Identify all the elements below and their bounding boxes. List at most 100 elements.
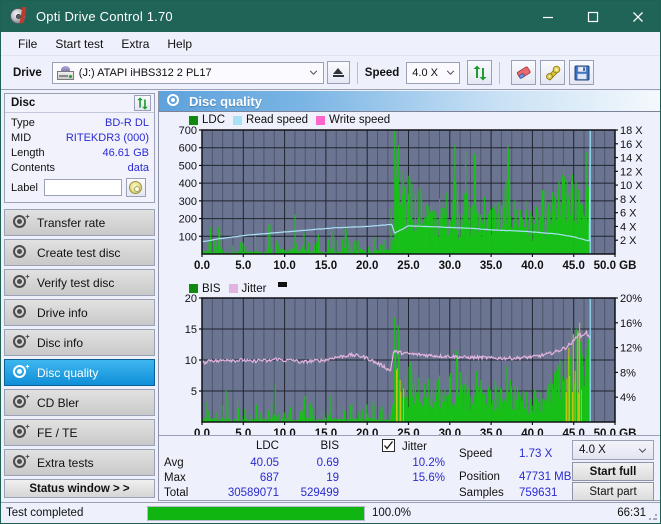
drive-select[interactable]: (J:) ATAPI iHBS312 2 PL17 [51,61,324,84]
disc-icon [13,364,30,380]
svg-text:15: 15 [185,324,197,336]
stats-speed-select[interactable]: 4.0 X [572,440,654,460]
toolbar-divider-1 [356,61,358,84]
stats-max-bis: 19 [326,472,339,484]
svg-text:100: 100 [179,231,197,243]
stats-speed-value: 1.73 X [519,448,553,460]
svg-text:25.0: 25.0 [397,260,419,272]
menu-item-extra[interactable]: Extra [112,35,158,53]
stats-row-max-label: Max [164,472,186,484]
window-title: Opti Drive Control 1.70 [36,9,173,24]
sidebar-item-transfer-rate[interactable]: Transfer rate [4,209,155,236]
sidebar-item-label: CD Bler [37,395,80,410]
erase-button[interactable] [511,60,537,85]
svg-text:10: 10 [185,355,197,367]
eraser-icon [516,66,531,79]
sidebar-item-cd-bler[interactable]: CD Bler [4,389,155,416]
stats-jitter-avg: 10.2% [412,457,445,469]
status-message: Test completed [6,507,84,519]
svg-text:16 X: 16 X [620,139,643,151]
start-part-button[interactable]: Start part [572,482,654,501]
disc-row-type-value: BD-R DL [104,116,149,129]
stats-avg-ldc: 40.05 [250,457,279,469]
sidebar-item-label: Disc quality [37,365,99,380]
stats-speed-select-value: 4.0 X [579,444,606,456]
svg-text:16%: 16% [620,318,642,330]
disc-row-contents-value: data [127,161,149,174]
stats-position-value: 47731 MB [519,471,572,483]
title-bar: Opti Drive Control 1.70 [1,1,660,32]
svg-text:2 X: 2 X [620,235,637,247]
eject-icon [332,68,344,77]
disc-label-key: Label [11,181,38,194]
menu-item-help[interactable]: Help [158,35,201,53]
svg-text:300: 300 [179,196,197,208]
svg-text:35.0: 35.0 [480,260,502,272]
svg-text:45.0: 45.0 [563,260,585,272]
chevron-down-icon [638,447,647,453]
svg-text:12 X: 12 X [620,166,643,178]
legend-item-bis: BIS [189,283,221,295]
status-bar: Test completed 100.0% 66:31 [1,502,660,523]
disc-refresh-button[interactable] [134,95,151,111]
chart-scroll-marker[interactable] [278,282,288,287]
close-icon[interactable] [615,1,660,32]
tools-button[interactable] [540,60,566,85]
disc-label-button[interactable] [125,178,146,197]
eject-button[interactable] [326,61,350,84]
legend-item-read-speed: Read speed [233,114,308,126]
disc-row-contents: Contents data [11,160,149,175]
legend-item-ldc: LDC [189,114,225,126]
sidebar-item-disc-info[interactable]: Disc info [4,329,155,356]
disc-panel-header: Disc [5,94,154,113]
sidebar-item-disc-quality[interactable]: Disc quality [4,359,155,386]
speed-select-value: 4.0 X [412,66,438,79]
jitter-checkbox[interactable] [382,439,395,452]
sidebar-item-create-test-disc[interactable]: Create test disc [4,239,155,266]
disc-row-mid-value: RITEKDR3 (000) [65,131,149,144]
start-full-button[interactable]: Start full [572,462,654,481]
speed-select[interactable]: 4.0 X [406,61,461,84]
progress-percent: 100.0% [372,507,412,519]
drive-icon [56,65,74,80]
menu-item-file[interactable]: File [9,35,46,53]
legend-label-write-speed: Write speed [329,114,391,126]
stats-speed-label: Speed [459,448,493,460]
maximize-icon[interactable] [570,1,615,32]
stats-total-ldc: 30589071 [227,487,279,499]
window-controls [525,1,660,32]
svg-text:18 X: 18 X [620,126,643,137]
ldc-chart-legend: LDC Read speed Write speed [189,114,398,126]
sidebar-item-verify-test-disc[interactable]: Verify test disc [4,269,155,296]
svg-text:15.0: 15.0 [315,260,337,272]
menu-item-start-test[interactable]: Start test [46,35,112,53]
stats-panel: LDC BIS Avg 40.05 0.69 Max 687 19 Total … [159,435,660,501]
svg-text:0.0: 0.0 [194,260,210,272]
stats-col-bis: BIS [320,440,339,452]
menu-bar: File Start test Extra Help [1,32,660,56]
drive-label: Drive [13,66,42,79]
wrench-icon [545,65,561,81]
legend-swatch-ldc [189,115,198,125]
legend-label-read-speed: Read speed [246,114,309,126]
save-icon [574,65,590,80]
refresh-button[interactable] [467,60,493,85]
disc-row-mid: MID RITEKDR3 (000) [11,130,149,145]
disc-icon [13,305,28,320]
sidebar-item-extra-tests[interactable]: Extra tests [4,449,155,476]
chevron-down-icon [305,63,323,83]
sidebar-item-label: Verify test disc [37,275,115,290]
disc-row-contents-key: Contents [11,161,56,174]
save-button[interactable] [569,60,595,85]
status-window-button[interactable]: Status window > > [4,479,155,498]
disc-row-length-value: 46.61 GB [102,146,149,159]
sidebar-item-drive-info[interactable]: Drive info [4,299,155,326]
disc-label-input[interactable] [43,179,122,196]
toolbar-divider-2 [499,61,501,84]
sidebar-item-fe-te[interactable]: FE / TE [4,419,155,446]
app-disc-icon [10,6,28,26]
disc-panel: Disc Type BD-R DL MID RITEKDR3 (000) Len… [4,93,155,203]
minimize-icon[interactable] [525,1,570,32]
svg-text:500: 500 [179,160,197,172]
resize-grip[interactable] [648,511,658,521]
